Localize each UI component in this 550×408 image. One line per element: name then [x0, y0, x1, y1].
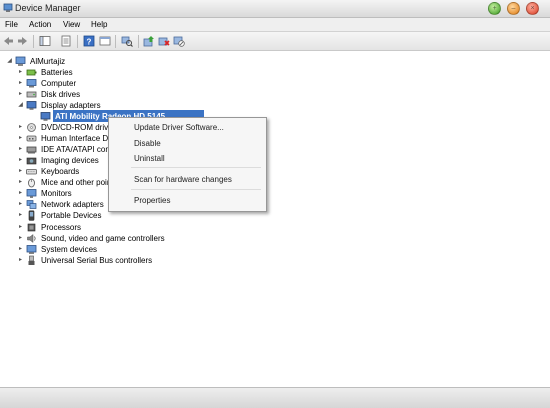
- computer-icon: [26, 79, 37, 88]
- menu-properties[interactable]: Properties: [134, 196, 170, 205]
- collapsed-arrow-icon[interactable]: ▸: [16, 90, 25, 99]
- help-icon[interactable]: ?: [83, 35, 95, 47]
- window-title: Device Manager: [15, 3, 81, 13]
- svg-text:?: ?: [87, 37, 92, 46]
- minimize-button[interactable]: –: [507, 2, 520, 15]
- tree-item-label: Monitors: [41, 189, 72, 198]
- processor-icon: [27, 223, 36, 232]
- close-icon: ×: [530, 5, 535, 12]
- menu-update-driver-software[interactable]: Update Driver Software...: [134, 123, 224, 132]
- tree-item-usb-controllers[interactable]: ▸ Universal Serial Bus controllers: [16, 255, 236, 266]
- tree-item-disk-drives[interactable]: ▸ Disk drives: [16, 89, 216, 100]
- mouse-icon: [28, 178, 35, 188]
- camera-icon: [26, 157, 37, 165]
- sound-icon: [27, 233, 36, 244]
- tree-item-label: Batteries: [41, 68, 73, 77]
- back-icon[interactable]: [2, 35, 14, 47]
- menu-uninstall[interactable]: Uninstall: [134, 154, 165, 163]
- tree-item-label: Processors: [41, 223, 82, 232]
- update-driver-icon[interactable]: [143, 35, 155, 47]
- expanded-arrow-icon[interactable]: ◢: [16, 101, 25, 110]
- expanded-arrow-icon[interactable]: ◢: [5, 57, 14, 66]
- collapsed-arrow-icon[interactable]: ▸: [16, 245, 25, 254]
- collapsed-arrow-icon[interactable]: ▸: [16, 145, 25, 154]
- tree-item-label: Computer: [41, 79, 77, 88]
- menu-view[interactable]: View: [63, 20, 80, 29]
- collapsed-arrow-icon[interactable]: ▸: [16, 123, 25, 132]
- properties-icon[interactable]: [60, 35, 72, 47]
- collapsed-arrow-icon[interactable]: ▸: [16, 234, 25, 243]
- dvd-drive-icon: [27, 123, 36, 132]
- status-bar: [0, 387, 550, 408]
- display-adapter-icon: [40, 112, 51, 121]
- uninstall-icon[interactable]: [158, 35, 170, 47]
- tree-item-label: Disk drives: [41, 90, 81, 99]
- device-manager-icon: [3, 3, 13, 12]
- toolbar-separator: [77, 35, 78, 48]
- network-adapter-icon: [26, 200, 37, 209]
- usb-icon: [28, 255, 35, 265]
- tree-item-label: DVD/CD-ROM drives: [41, 123, 117, 132]
- view-icon[interactable]: [99, 35, 111, 47]
- collapsed-arrow-icon[interactable]: ▸: [16, 79, 25, 88]
- tree-root[interactable]: ◢ AlMurtajiz: [5, 56, 205, 67]
- menu-help[interactable]: Help: [91, 20, 107, 29]
- menu-separator: [131, 189, 261, 190]
- title-bar: Device Manager + – ×: [0, 0, 550, 18]
- context-menu: Update Driver Software... Disable Uninst…: [108, 117, 267, 212]
- toolbar: ?: [0, 32, 550, 51]
- tree-item-label: Universal Serial Bus controllers: [41, 256, 153, 265]
- keyboard-icon: [26, 169, 37, 175]
- toolbar-separator: [115, 35, 116, 48]
- disk-drive-icon: [26, 91, 37, 98]
- tree-item-batteries[interactable]: ▸ Batteries: [16, 67, 216, 78]
- show-hide-tree-icon[interactable]: [39, 35, 51, 47]
- collapsed-arrow-icon[interactable]: ▸: [16, 200, 25, 209]
- menu-bar: File Action View Help: [0, 18, 550, 32]
- collapsed-arrow-icon[interactable]: ▸: [16, 134, 25, 143]
- system-device-icon: [26, 245, 37, 254]
- display-adapter-icon: [26, 101, 37, 110]
- close-button[interactable]: ×: [526, 2, 539, 15]
- tree-item-computer[interactable]: ▸ Computer: [16, 78, 216, 89]
- tree-item-system-devices[interactable]: ▸ System devices: [16, 244, 216, 255]
- forward-icon[interactable]: [17, 35, 29, 47]
- minimize-icon: –: [511, 5, 516, 12]
- menu-file[interactable]: File: [5, 20, 18, 29]
- monitor-icon: [26, 189, 37, 198]
- maximize-icon: +: [492, 5, 497, 12]
- scan-hardware-icon[interactable]: [121, 35, 133, 47]
- menu-separator: [131, 167, 261, 168]
- collapsed-arrow-icon[interactable]: ▸: [16, 189, 25, 198]
- tree-root-label: AlMurtajiz: [30, 57, 66, 66]
- computer-root-icon: [15, 56, 26, 66]
- maximize-button[interactable]: +: [488, 2, 501, 15]
- tree-item-label: Portable Devices: [41, 211, 102, 220]
- menu-disable[interactable]: Disable: [134, 139, 161, 148]
- collapsed-arrow-icon[interactable]: ▸: [16, 256, 25, 265]
- menu-action[interactable]: Action: [29, 20, 51, 29]
- collapsed-arrow-icon[interactable]: ▸: [16, 156, 25, 165]
- tree-item-label: System devices: [41, 245, 98, 254]
- tree-item-label: Sound, video and game controllers: [41, 234, 165, 243]
- hid-icon: [26, 135, 37, 142]
- portable-device-icon: [28, 210, 35, 221]
- tree-item-label: Keyboards: [41, 167, 80, 176]
- toolbar-separator: [33, 35, 34, 48]
- collapsed-arrow-icon[interactable]: ▸: [16, 68, 25, 77]
- toolbar-separator: [138, 35, 139, 48]
- tree-item-sound-video-game[interactable]: ▸ Sound, video and game controllers: [16, 233, 236, 244]
- battery-icon: [26, 69, 37, 76]
- collapsed-arrow-icon[interactable]: ▸: [16, 167, 25, 176]
- collapsed-arrow-icon[interactable]: ▸: [16, 223, 25, 232]
- tree-item-label: Imaging devices: [41, 156, 99, 165]
- tree-item-processors[interactable]: ▸ Processors: [16, 222, 216, 233]
- tree-item-label: Network adapters: [41, 200, 104, 209]
- ide-controller-icon: [26, 146, 37, 154]
- collapsed-arrow-icon[interactable]: ▸: [16, 178, 25, 187]
- device-tree: ◢ AlMurtajiz ▸ Batteries ▸ Computer ▸ Di…: [0, 51, 550, 387]
- collapsed-arrow-icon[interactable]: ▸: [16, 211, 25, 220]
- disable-icon[interactable]: [173, 35, 185, 47]
- menu-scan-hardware-changes[interactable]: Scan for hardware changes: [134, 175, 232, 184]
